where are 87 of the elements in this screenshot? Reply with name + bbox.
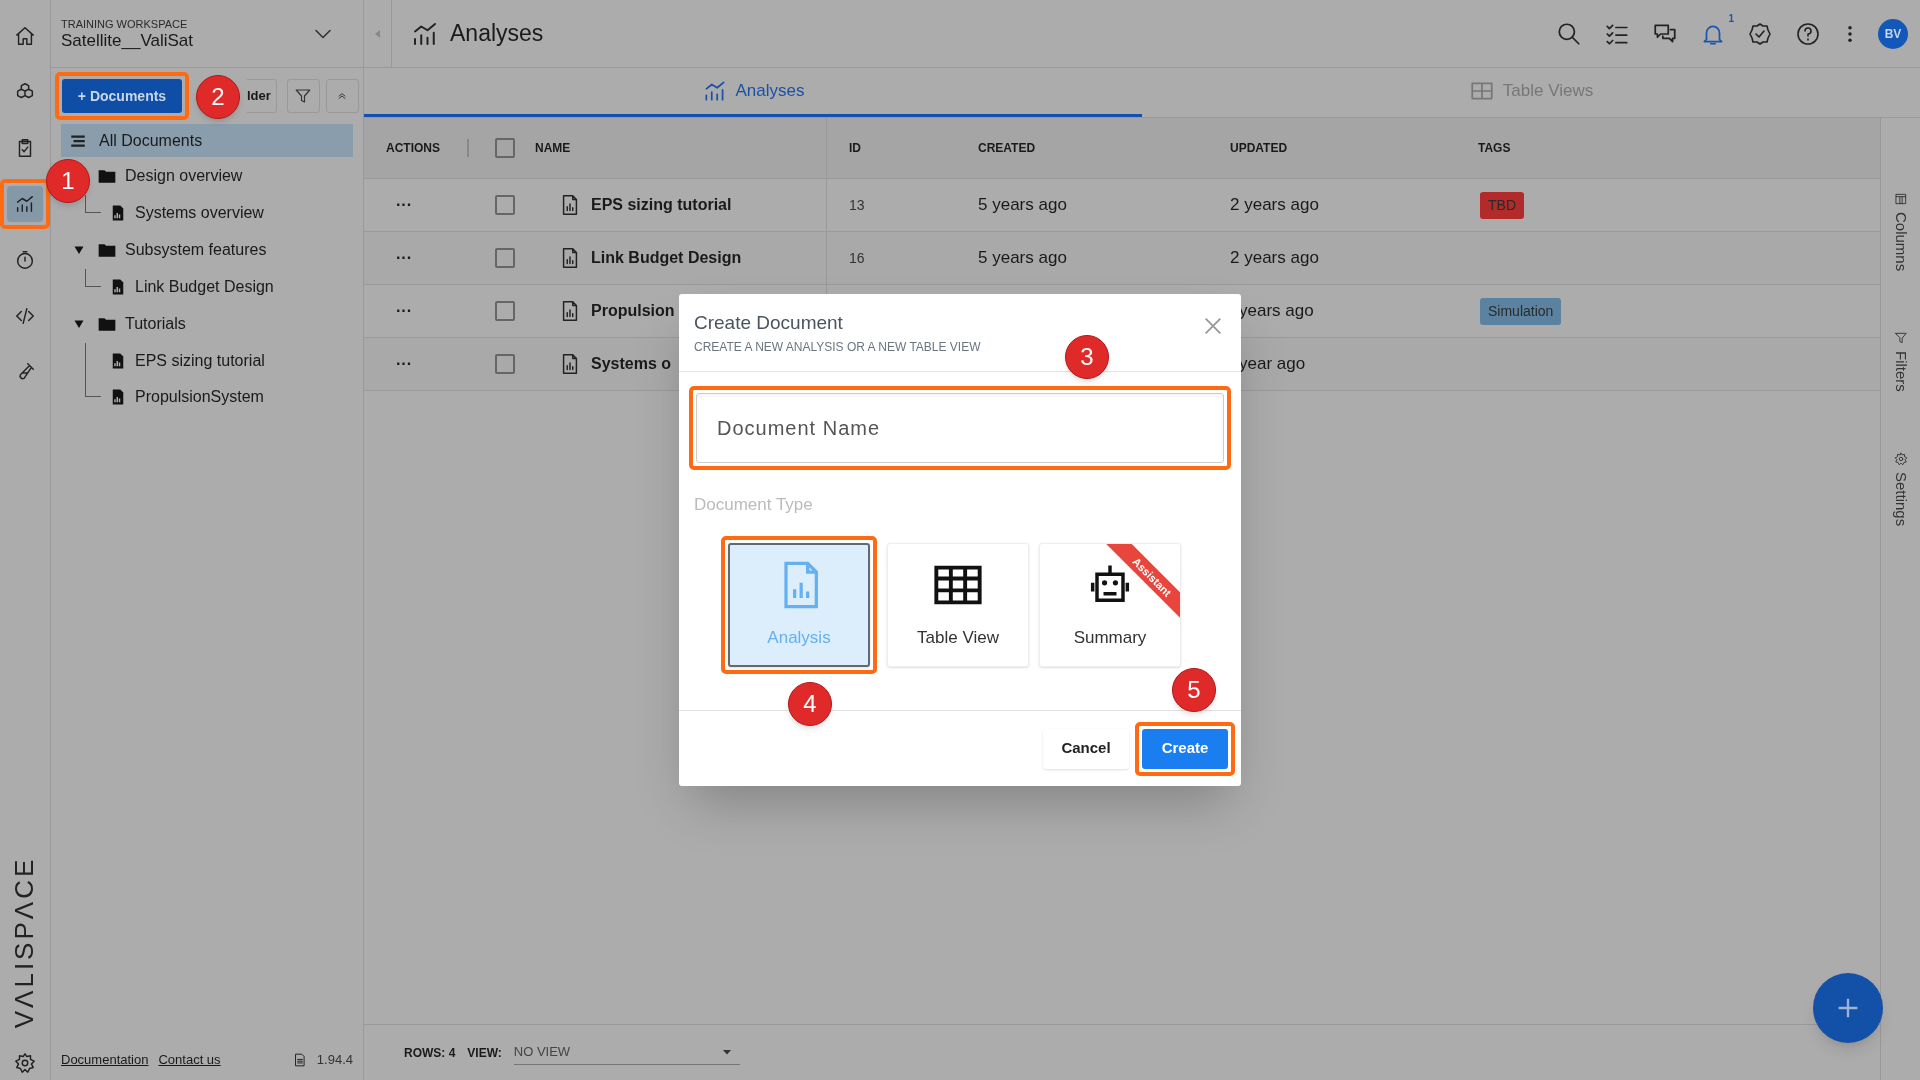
close-icon <box>1202 315 1224 337</box>
cancel-button[interactable]: Cancel <box>1043 728 1129 769</box>
column-header[interactable]: TAGS <box>1478 139 1511 157</box>
select-all-checkbox[interactable] <box>495 138 515 158</box>
row-actions-button[interactable]: ··· <box>396 193 412 217</box>
settings-button[interactable] <box>14 1052 36 1074</box>
tree-document[interactable]: Link Budget Design <box>109 275 274 299</box>
row-actions-button[interactable]: ··· <box>396 352 412 376</box>
tree-document[interactable]: PropulsionSystem <box>109 385 264 409</box>
table-cell-text: 5 years ago <box>978 194 1067 217</box>
table-cell-text: 16 <box>849 248 865 268</box>
tag: TBD <box>1480 191 1524 219</box>
row-actions-button[interactable]: ··· <box>396 246 412 270</box>
approvals-button[interactable] <box>1748 20 1774 47</box>
row-checkbox[interactable] <box>495 301 515 321</box>
document-name-field[interactable]: Document Name <box>696 393 1224 463</box>
tree-item[interactable]: All Documents <box>61 124 353 157</box>
table-cell-text: 5 years ago <box>978 247 1067 270</box>
chevron-down-icon <box>315 28 331 39</box>
more-icon <box>1848 25 1852 42</box>
side-panel-tab[interactable]: Filters <box>1889 331 1912 393</box>
filter-icon <box>294 87 313 105</box>
document-icon <box>292 1053 307 1067</box>
view-select[interactable]: NO VIEW <box>513 1040 740 1065</box>
side-panel-tab[interactable]: Settings <box>1889 452 1912 527</box>
tree-folder[interactable]: Tutorials <box>125 312 186 336</box>
stopwatch-icon <box>14 249 36 271</box>
tree-folder[interactable]: Design overview <box>125 164 243 188</box>
filter-button[interactable] <box>286 79 320 113</box>
code-icon <box>14 305 36 327</box>
table-cell-text: year ago <box>1239 353 1306 376</box>
new-folder-button[interactable]: lder <box>247 79 277 113</box>
dialog-title: Create Document <box>694 312 844 334</box>
help-icon <box>1796 21 1820 46</box>
version-label: 1.94.4 <box>316 1051 353 1070</box>
workspace-name: Satellite__ValiSat <box>61 30 194 51</box>
row-count: ROWS: 4 <box>404 1044 456 1062</box>
document-name[interactable]: Link Budget Design <box>591 246 742 270</box>
notification-count: 1 <box>1728 11 1734 26</box>
help-button[interactable] <box>1796 20 1822 47</box>
table-cell-text: 13 <box>849 195 865 215</box>
dialog-subtitle: CREATE A NEW ANALYSIS OR A NEW TABLE VIEW <box>694 339 982 356</box>
document-name[interactable]: EPS sizing tutorial <box>591 193 732 217</box>
badge-check-icon <box>1748 21 1772 46</box>
logo: VΛLISPΛCE <box>8 856 41 1028</box>
settings-icon <box>14 1052 36 1074</box>
view-label: VIEW: <box>467 1044 502 1062</box>
footer-link[interactable]: Contact us <box>158 1050 221 1070</box>
create-button[interactable]: Create <box>1142 728 1228 769</box>
tree-document[interactable]: Systems overview <box>109 201 264 225</box>
search-icon <box>1556 20 1582 47</box>
filter-icon <box>1893 331 1908 346</box>
row-checkbox[interactable] <box>495 354 515 374</box>
settings-icon <box>1893 452 1908 467</box>
page-title: Analyses <box>450 19 544 49</box>
side-panel-tab[interactable]: Columns <box>1889 192 1912 272</box>
workspace-label: TRAINING WORKSPACE <box>61 16 189 31</box>
tree-line <box>85 195 101 213</box>
new-document-button[interactable]: + Documents <box>62 79 182 113</box>
step-marker: 1 <box>46 159 90 203</box>
column-header[interactable]: NAME <box>535 139 571 157</box>
columns-icon <box>1893 192 1908 206</box>
column-header[interactable]: CREATED <box>978 139 1036 157</box>
document-name[interactable]: Propulsion <box>591 299 675 323</box>
column-header[interactable]: ACTIONS <box>386 139 440 157</box>
row-actions-button[interactable]: ··· <box>396 299 412 323</box>
document-name[interactable]: Systems o <box>591 352 672 376</box>
user-avatar[interactable]: BV <box>1878 18 1908 49</box>
tree-folder[interactable]: Subsystem features <box>125 238 267 262</box>
column-header[interactable]: UPDATED <box>1230 139 1288 157</box>
table-cell-text: years ago <box>1239 300 1314 323</box>
tree-document[interactable]: EPS sizing tutorial <box>109 349 265 373</box>
tag: Simulation <box>1480 297 1562 325</box>
step-marker: 2 <box>196 75 240 119</box>
field-label: Document Type <box>694 494 814 516</box>
table-cell-text: 2 years ago <box>1230 194 1319 217</box>
search-button[interactable] <box>1556 20 1582 47</box>
row-checkbox[interactable] <box>495 195 515 215</box>
chart-icon <box>14 193 36 215</box>
row-checkbox[interactable] <box>495 248 515 268</box>
footer-link[interactable]: Documentation <box>61 1050 149 1070</box>
home-icon <box>14 25 36 47</box>
tree-line <box>85 269 101 287</box>
document-type-card[interactable]: Table View <box>887 542 1029 667</box>
chart-button[interactable] <box>7 186 43 222</box>
column-header[interactable]: ID <box>849 139 861 157</box>
table-cell-text: 2 years ago <box>1230 247 1319 270</box>
